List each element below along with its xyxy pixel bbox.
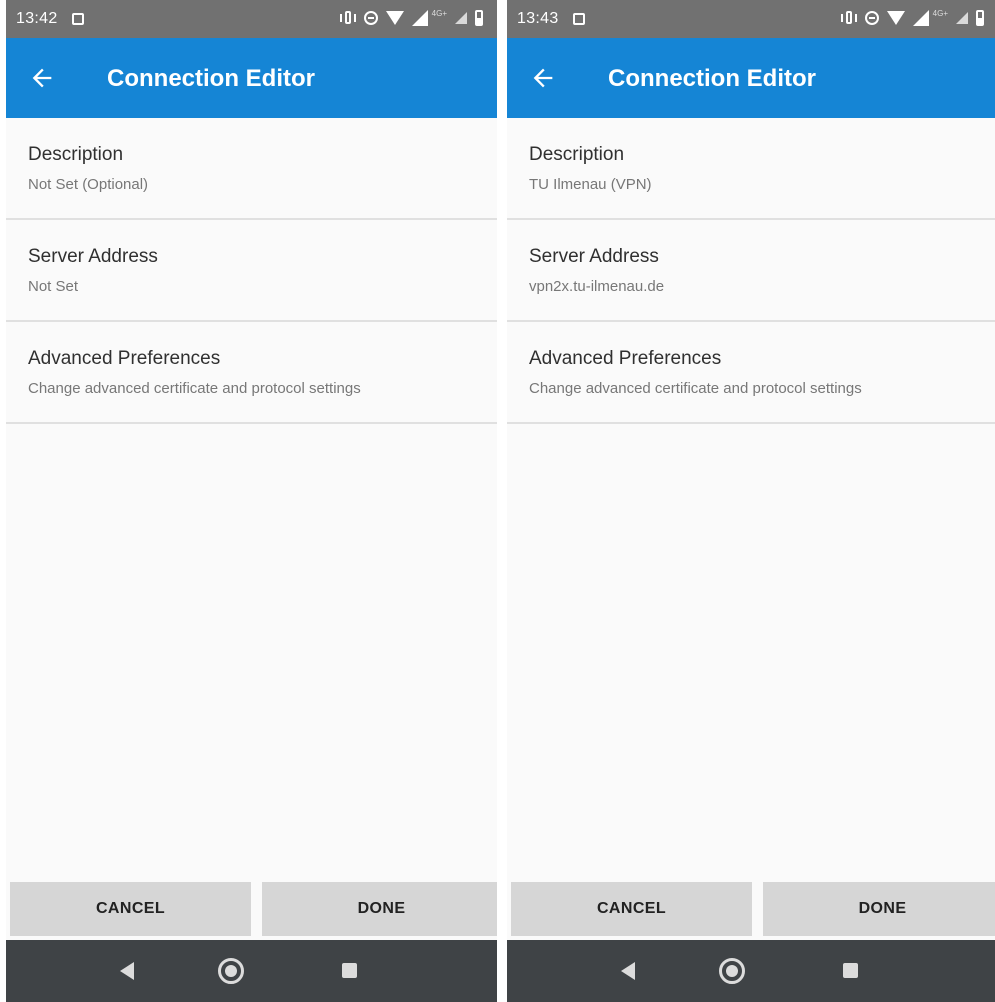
pref-summary: Change advanced certificate and protocol… [529, 380, 862, 397]
done-button[interactable]: DONE [262, 882, 497, 936]
notification-icon [71, 13, 84, 25]
navigation-bar [6, 940, 497, 1002]
pref-title: Server Address [529, 246, 659, 267]
cell-signal-2-icon [455, 12, 467, 24]
pref-summary: Not Set [28, 278, 79, 295]
done-button[interactable]: DONE [763, 882, 995, 936]
nav-home-icon[interactable] [719, 958, 745, 984]
nav-recents-icon[interactable] [843, 963, 858, 978]
pref-server-address[interactable]: Server Address Not Set [6, 220, 497, 322]
status-bar: 13:42 4G+ [6, 0, 497, 38]
battery-icon [475, 10, 483, 26]
cell-signal-icon [912, 10, 929, 26]
nav-recents-icon[interactable] [342, 963, 357, 978]
pref-description[interactable]: Description Not Set (Optional) [6, 118, 497, 220]
button-bar: CANCEL DONE [6, 882, 497, 936]
status-icons: 4G+ [840, 8, 984, 26]
network-type-label: 4G+ [932, 8, 948, 18]
pref-summary: Not Set (Optional) [28, 176, 149, 193]
pref-description[interactable]: Description TU Ilmenau (VPN) [507, 118, 995, 220]
app-bar: Connection Editor [507, 38, 995, 118]
network-type-label: 4G+ [431, 8, 447, 18]
page-title: Connection Editor [608, 65, 816, 92]
pref-title: Description [28, 144, 124, 165]
nav-home-icon[interactable] [218, 958, 244, 984]
notification-icon [572, 13, 585, 25]
cancel-button[interactable]: CANCEL [10, 882, 251, 936]
status-icons: 4G+ [339, 8, 483, 26]
pref-summary: vpn2x.tu-ilmenau.de [529, 278, 665, 295]
pref-summary: TU Ilmenau (VPN) [529, 176, 652, 193]
do-not-disturb-icon [864, 11, 879, 25]
nav-back-icon[interactable] [120, 962, 134, 980]
vibrate-icon [339, 10, 356, 26]
status-time: 13:43 [517, 10, 559, 27]
do-not-disturb-icon [363, 11, 378, 25]
left-screen: 13:42 4G+ Connection Editor Description … [6, 0, 497, 1002]
cell-signal-2-icon [956, 12, 968, 24]
status-time: 13:42 [16, 10, 58, 27]
cell-signal-icon [411, 10, 428, 26]
arrow-left-icon[interactable] [28, 64, 56, 92]
wifi-icon [385, 11, 404, 25]
pref-advanced[interactable]: Advanced Preferences Change advanced cer… [6, 322, 497, 424]
pref-title: Server Address [28, 246, 158, 267]
cancel-button[interactable]: CANCEL [511, 882, 752, 936]
battery-icon [976, 10, 984, 26]
pref-title: Advanced Preferences [529, 348, 722, 369]
pref-title: Description [529, 144, 625, 165]
pref-server-address[interactable]: Server Address vpn2x.tu-ilmenau.de [507, 220, 995, 322]
pref-advanced[interactable]: Advanced Preferences Change advanced cer… [507, 322, 995, 424]
pref-title: Advanced Preferences [28, 348, 221, 369]
arrow-left-icon[interactable] [529, 64, 557, 92]
pref-summary: Change advanced certificate and protocol… [28, 380, 361, 397]
status-bar: 13:43 4G+ [507, 0, 995, 38]
vibrate-icon [840, 10, 857, 26]
wifi-icon [886, 11, 905, 25]
button-bar: CANCEL DONE [507, 882, 995, 936]
nav-back-icon[interactable] [621, 962, 635, 980]
app-bar: Connection Editor [6, 38, 497, 118]
page-title: Connection Editor [107, 65, 315, 92]
right-screen: 13:43 4G+ Connection Editor Description … [507, 0, 995, 1002]
navigation-bar [507, 940, 995, 1002]
